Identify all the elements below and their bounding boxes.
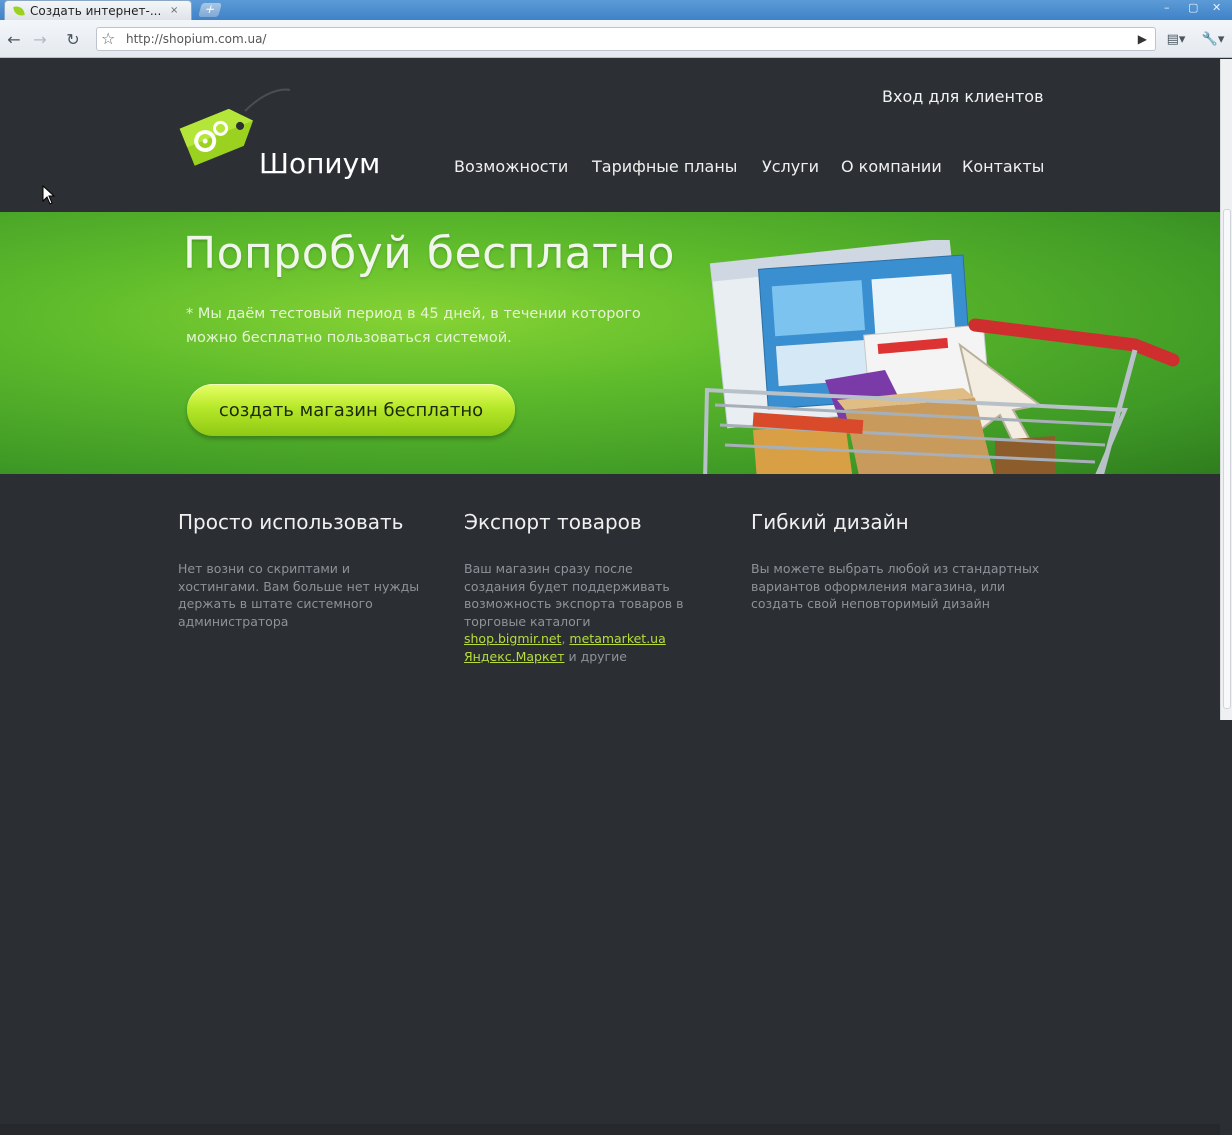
favicon-icon xyxy=(13,4,25,17)
forward-icon[interactable]: → xyxy=(30,29,50,49)
nav-about[interactable]: О компании xyxy=(841,157,942,176)
nav-services[interactable]: Услуги xyxy=(762,157,819,176)
address-bar[interactable]: ☆ http://shopium.com.ua/ ▶ xyxy=(96,27,1156,51)
go-icon[interactable]: ▶ xyxy=(1138,32,1147,46)
create-store-button[interactable]: создать магазин бесплатно xyxy=(187,384,515,436)
browser-tab[interactable]: Создать интернет-... × xyxy=(4,0,192,20)
minimize-icon[interactable]: – xyxy=(1164,1,1170,14)
bookmark-star-icon[interactable]: ☆ xyxy=(101,29,115,48)
feature-export: Экспорт товаров Ваш магазин сразу после … xyxy=(464,510,694,665)
feature-title: Гибкий дизайн xyxy=(751,510,909,534)
browser-toolbar: ← → ↻ ☆ http://shopium.com.ua/ ▶ ▤▾ 🔧▾ xyxy=(0,20,1232,58)
feature-title: Экспорт товаров xyxy=(464,510,642,534)
link-yandex-market[interactable]: Яндекс.Маркет xyxy=(464,649,565,664)
close-window-icon[interactable]: ✕ xyxy=(1212,1,1221,14)
browser-titlebar: Создать интернет-... × + – ▢ ✕ xyxy=(0,0,1232,20)
url-text[interactable]: http://shopium.com.ua/ xyxy=(126,32,266,46)
wrench-menu-icon[interactable]: 🔧▾ xyxy=(1198,29,1228,49)
hero-subtitle: * Мы даём тестовый период в 45 дней, в т… xyxy=(186,306,641,346)
nav-pricing[interactable]: Тарифные планы xyxy=(592,157,737,176)
website: Шопиум Вход для клиентов Возможности Тар… xyxy=(0,59,1220,1135)
site-header: Шопиум Вход для клиентов Возможности Тар… xyxy=(0,59,1220,212)
features-section: Просто использовать Нет возни со скрипта… xyxy=(0,474,1220,1135)
new-tab-button[interactable]: + xyxy=(198,2,222,17)
hero-banner: Попробуй бесплатно * Мы даём тестовый пе… xyxy=(0,212,1220,474)
feature-text: Ваш магазин сразу после создания будет п… xyxy=(464,560,694,665)
feature-title: Просто использовать xyxy=(178,510,404,534)
link-bigmir[interactable]: shop.bigmir.net xyxy=(464,631,561,646)
page-menu-icon[interactable]: ▤▾ xyxy=(1162,29,1190,49)
footer-bar xyxy=(0,1124,1220,1135)
maximize-icon[interactable]: ▢ xyxy=(1188,1,1198,14)
feature-text: Вы можете выбрать любой из стандартных в… xyxy=(751,561,1040,611)
nav-contacts[interactable]: Контакты xyxy=(962,157,1044,176)
feature-design: Гибкий дизайн Вы можете выбрать любой из… xyxy=(751,510,1051,613)
client-login-link[interactable]: Вход для клиентов xyxy=(882,87,1044,106)
feature-easy: Просто использовать Нет возни со скрипта… xyxy=(178,510,428,630)
nav-features[interactable]: Возможности xyxy=(454,157,568,176)
logo-text[interactable]: Шопиум xyxy=(259,147,380,180)
reload-icon[interactable]: ↻ xyxy=(63,29,83,49)
shopping-cart-illustration xyxy=(703,240,1180,474)
hero-title: Попробуй бесплатно xyxy=(183,228,675,279)
tab-close-icon[interactable]: × xyxy=(170,5,178,16)
mouse-cursor-icon xyxy=(42,185,56,205)
feature-tail: и другие xyxy=(564,648,627,664)
feature-text: Нет возни со скриптами и хостингами. Вам… xyxy=(178,561,420,629)
feature-body: Ваш магазин сразу после создания будет п… xyxy=(464,561,684,629)
back-icon[interactable]: ← xyxy=(4,29,24,49)
link-metamarket[interactable]: metamarket.ua xyxy=(569,631,665,646)
tab-title: Создать интернет-... xyxy=(30,3,162,18)
scrollbar-thumb[interactable] xyxy=(1223,209,1231,709)
page-scrollbar[interactable] xyxy=(1220,59,1232,720)
